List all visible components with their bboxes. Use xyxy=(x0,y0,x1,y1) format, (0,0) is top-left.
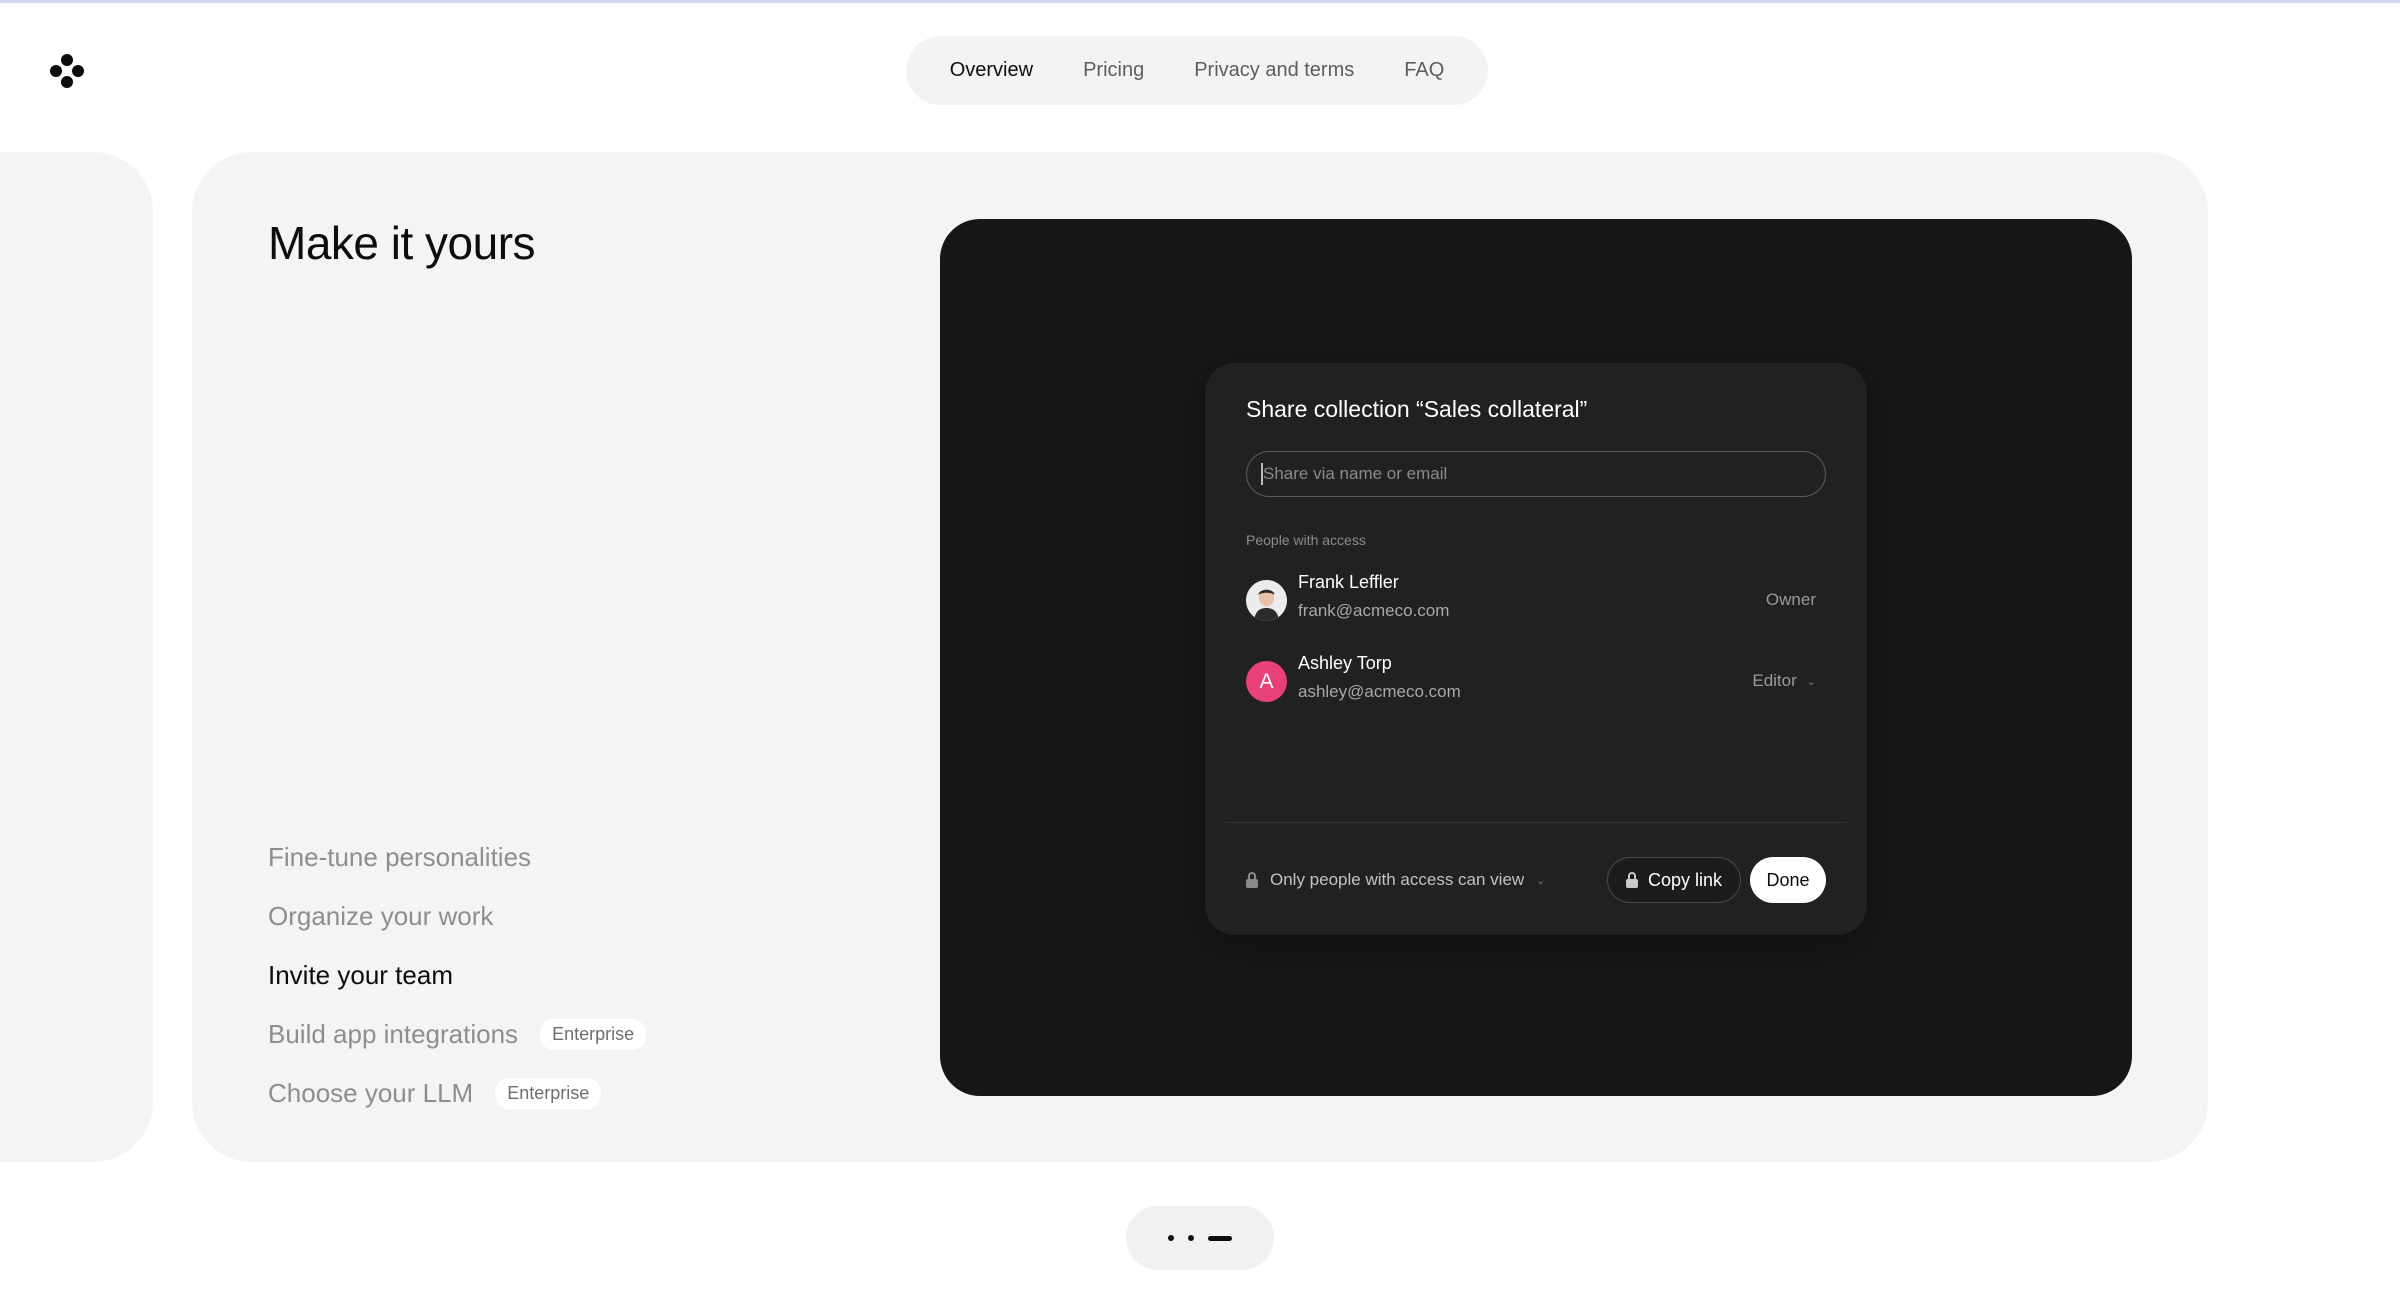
access-label: Only people with access can view xyxy=(1270,870,1525,889)
top-nav: Overview Pricing Privacy and terms FAQ xyxy=(906,36,1488,105)
person-name: Ashley Torp xyxy=(1298,653,1392,673)
feature-label: Fine-tune personalities xyxy=(268,842,532,872)
card-title: Make it yours xyxy=(268,217,536,269)
top-accent-line xyxy=(0,0,2400,3)
feature-organize-your-work[interactable]: Organize your work xyxy=(268,887,646,946)
dialog-title: Share collection “Sales collateral” xyxy=(1246,396,1588,422)
person-name: Frank Leffler xyxy=(1298,572,1399,592)
enterprise-badge: Enterprise xyxy=(495,1078,602,1109)
people-with-access-label: People with access xyxy=(1246,532,1366,548)
share-dialog: Share collection “Sales collateral” Peop… xyxy=(1205,363,1867,935)
access-select[interactable]: Only people with access can view ⌄ xyxy=(1246,870,1545,890)
person-avatar-icon xyxy=(1246,580,1287,621)
feature-choose-your-llm[interactable]: Choose your LLM Enterprise xyxy=(268,1064,646,1123)
role-label: Owner xyxy=(1766,590,1816,610)
avatar xyxy=(1246,580,1287,621)
feature-label: Choose your LLM xyxy=(268,1078,474,1108)
person-email: frank@acmeco.com xyxy=(1298,601,1450,620)
pager-dot[interactable] xyxy=(1168,1235,1174,1241)
nav-faq[interactable]: FAQ xyxy=(1379,59,1469,82)
role-text: Owner xyxy=(1765,590,1816,609)
nav-pricing[interactable]: Pricing xyxy=(1058,59,1169,82)
lock-icon xyxy=(1625,872,1638,888)
role-text: Editor xyxy=(1752,671,1797,690)
feature-list: Fine-tune personalities Organize your wo… xyxy=(268,828,647,1123)
lock-icon xyxy=(1246,872,1258,888)
pager-dot[interactable] xyxy=(1188,1235,1194,1241)
text-caret xyxy=(1261,463,1263,485)
enterprise-badge: Enterprise xyxy=(540,1019,647,1050)
feature-card: Make it yours Fine-tune personalities Or… xyxy=(192,152,2208,1162)
logo-icon[interactable] xyxy=(50,54,84,88)
feature-invite-your-team[interactable]: Invite your team xyxy=(268,946,646,1005)
demo-panel: Share collection “Sales collateral” Peop… xyxy=(940,219,2132,1096)
feature-fine-tune-personalities[interactable]: Fine-tune personalities xyxy=(268,828,646,887)
feature-label: Invite your team xyxy=(268,960,453,990)
copy-link-button[interactable]: Copy link xyxy=(1607,857,1741,903)
chevron-down-icon: ⌄ xyxy=(1536,874,1546,887)
person-row: Frank Leffler frank@acmeco.com Owner xyxy=(1246,572,1826,632)
nav-overview[interactable]: Overview xyxy=(925,59,1058,82)
feature-label: Organize your work xyxy=(268,901,494,931)
done-button[interactable]: Done xyxy=(1750,857,1826,903)
divider xyxy=(1225,822,1847,823)
feature-label: Build app integrations xyxy=(268,1019,519,1049)
pager-dot-active[interactable] xyxy=(1208,1235,1232,1241)
chevron-down-icon: ⌄ xyxy=(1806,675,1816,688)
feature-build-app-integrations[interactable]: Build app integrations Enterprise xyxy=(268,1005,647,1064)
role-select[interactable]: Editor ⌄ xyxy=(1752,671,1816,691)
copy-link-label: Copy link xyxy=(1647,869,1723,890)
share-input[interactable] xyxy=(1246,451,1826,497)
previous-card[interactable] xyxy=(0,152,153,1162)
avatar: A xyxy=(1246,661,1287,702)
carousel-pager xyxy=(1126,1206,1274,1270)
person-email: ashley@acmeco.com xyxy=(1298,682,1461,701)
nav-privacy-and-terms[interactable]: Privacy and terms xyxy=(1169,59,1379,82)
person-row: A Ashley Torp ashley@acmeco.com Editor ⌄ xyxy=(1246,653,1826,713)
